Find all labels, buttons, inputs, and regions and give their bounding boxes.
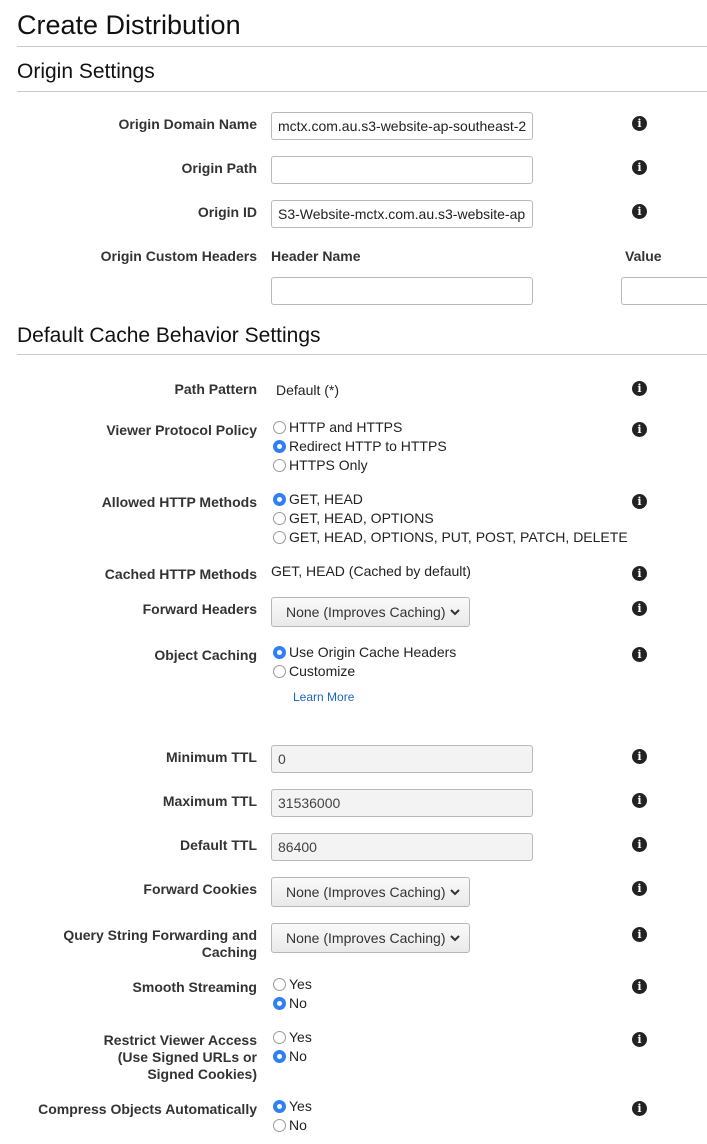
header-name-column: Header Name	[271, 248, 361, 264]
info-icon[interactable]: i	[632, 927, 647, 942]
info-icon[interactable]: i	[632, 601, 647, 616]
query-string-label: Query String Forwarding and Caching	[63, 927, 257, 961]
radio-get-head-options[interactable]	[273, 512, 286, 525]
option-get-head: GET, HEAD	[289, 491, 363, 507]
origin-custom-headers-label: Origin Custom Headers	[100, 248, 257, 264]
cache-behavior-divider	[17, 354, 707, 355]
origin-id-input[interactable]: S3-Website-mctx.com.au.s3-website-ap	[271, 200, 533, 228]
chevron-down-icon	[450, 935, 460, 942]
minimum-ttl-input[interactable]: 0	[271, 745, 533, 773]
option-smooth-streaming-yes: Yes	[289, 976, 312, 992]
radio-redirect-http-to-https[interactable]	[273, 440, 286, 453]
info-icon[interactable]: i	[632, 1101, 647, 1116]
info-icon[interactable]: i	[632, 647, 647, 662]
chevron-down-icon	[450, 889, 460, 896]
forward-cookies-select[interactable]: None (Improves Caching)	[271, 877, 470, 907]
info-icon[interactable]: i	[632, 381, 647, 396]
cache-behavior-heading: Default Cache Behavior Settings	[17, 324, 321, 347]
forward-headers-select[interactable]: None (Improves Caching)	[271, 597, 470, 627]
option-http-and-https: HTTP and HTTPS	[289, 419, 403, 435]
restrict-label-line3: Signed Cookies)	[147, 1066, 257, 1082]
info-icon[interactable]: i	[632, 881, 647, 896]
query-string-selected: None (Improves Caching)	[286, 930, 446, 946]
radio-customize[interactable]	[273, 665, 286, 678]
origin-settings-heading: Origin Settings	[17, 60, 155, 83]
restrict-label-line1: Restrict Viewer Access	[103, 1032, 257, 1048]
origin-domain-name-label: Origin Domain Name	[118, 116, 257, 132]
info-icon[interactable]: i	[632, 566, 647, 581]
path-pattern-value: Default (*)	[276, 382, 340, 398]
info-icon[interactable]: i	[632, 204, 647, 219]
query-string-select[interactable]: None (Improves Caching)	[271, 923, 470, 953]
option-use-origin-cache-headers: Use Origin Cache Headers	[289, 644, 457, 660]
origin-id-label: Origin ID	[197, 204, 257, 220]
header-value-input[interactable]	[621, 277, 707, 305]
radio-compress-yes[interactable]	[273, 1100, 286, 1113]
cached-http-methods-value: GET, HEAD (Cached by default)	[271, 563, 471, 579]
title-divider	[17, 46, 707, 47]
option-smooth-streaming-no: No	[289, 995, 307, 1011]
path-pattern-label: Path Pattern	[174, 381, 257, 397]
radio-use-origin-cache-headers[interactable]	[273, 646, 286, 659]
cached-http-methods-label: Cached HTTP Methods	[104, 566, 257, 582]
object-caching-label: Object Caching	[154, 647, 257, 663]
page-title: Create Distribution	[17, 10, 241, 40]
forward-cookies-selected: None (Improves Caching)	[286, 884, 446, 900]
option-customize: Customize	[289, 663, 356, 679]
option-compress-yes: Yes	[289, 1098, 312, 1114]
maximum-ttl-label: Maximum TTL	[162, 793, 257, 809]
option-compress-no: No	[289, 1117, 307, 1133]
compress-objects-label: Compress Objects Automatically	[38, 1101, 257, 1117]
forward-headers-selected: None (Improves Caching)	[286, 604, 446, 620]
info-icon[interactable]: i	[632, 494, 647, 509]
option-https-only: HTTPS Only	[289, 457, 368, 473]
value-column: Value	[625, 248, 662, 264]
restrict-viewer-access-label: Restrict Viewer Access (Use Signed URLs …	[104, 1032, 257, 1083]
option-restrict-yes: Yes	[289, 1029, 312, 1045]
info-icon[interactable]: i	[632, 160, 647, 175]
chevron-down-icon	[450, 609, 460, 616]
radio-restrict-yes[interactable]	[273, 1031, 286, 1044]
radio-restrict-no[interactable]	[273, 1050, 286, 1063]
info-icon[interactable]: i	[632, 793, 647, 808]
restrict-label-line2: (Use Signed URLs or	[117, 1049, 257, 1065]
radio-smooth-streaming-yes[interactable]	[273, 978, 286, 991]
smooth-streaming-label: Smooth Streaming	[132, 979, 257, 995]
default-ttl-input[interactable]: 86400	[271, 833, 533, 861]
option-all-methods: GET, HEAD, OPTIONS, PUT, POST, PATCH, DE…	[289, 529, 628, 545]
learn-more-link[interactable]: Learn More	[293, 690, 354, 704]
info-icon[interactable]: i	[632, 116, 647, 131]
forward-cookies-label: Forward Cookies	[143, 881, 257, 897]
query-string-label-line2: Caching	[201, 944, 257, 960]
radio-get-head[interactable]	[273, 493, 286, 506]
viewer-protocol-policy-label: Viewer Protocol Policy	[106, 422, 257, 438]
minimum-ttl-label: Minimum TTL	[166, 749, 257, 765]
origin-path-input[interactable]	[271, 156, 533, 184]
radio-smooth-streaming-no[interactable]	[273, 997, 286, 1010]
default-ttl-label: Default TTL	[180, 837, 257, 853]
origin-path-label: Origin Path	[181, 160, 257, 176]
radio-all-methods[interactable]	[273, 531, 286, 544]
info-icon[interactable]: i	[632, 837, 647, 852]
info-icon[interactable]: i	[632, 979, 647, 994]
radio-compress-no[interactable]	[273, 1119, 286, 1132]
radio-http-and-https[interactable]	[273, 421, 286, 434]
maximum-ttl-input[interactable]: 31536000	[271, 789, 533, 817]
info-icon[interactable]: i	[632, 749, 647, 764]
origin-settings-divider	[17, 91, 707, 92]
option-restrict-no: No	[289, 1048, 307, 1064]
info-icon[interactable]: i	[632, 1032, 647, 1047]
radio-https-only[interactable]	[273, 459, 286, 472]
option-redirect-http-to-https: Redirect HTTP to HTTPS	[289, 438, 447, 454]
allowed-http-methods-label: Allowed HTTP Methods	[101, 494, 257, 510]
option-get-head-options: GET, HEAD, OPTIONS	[289, 510, 434, 526]
header-name-input[interactable]	[271, 277, 533, 305]
forward-headers-label: Forward Headers	[142, 601, 257, 617]
info-icon[interactable]: i	[632, 422, 647, 437]
query-string-label-line1: Query String Forwarding and	[63, 927, 257, 943]
origin-domain-name-input[interactable]: mctx.com.au.s3-website-ap-southeast-2	[271, 112, 533, 140]
